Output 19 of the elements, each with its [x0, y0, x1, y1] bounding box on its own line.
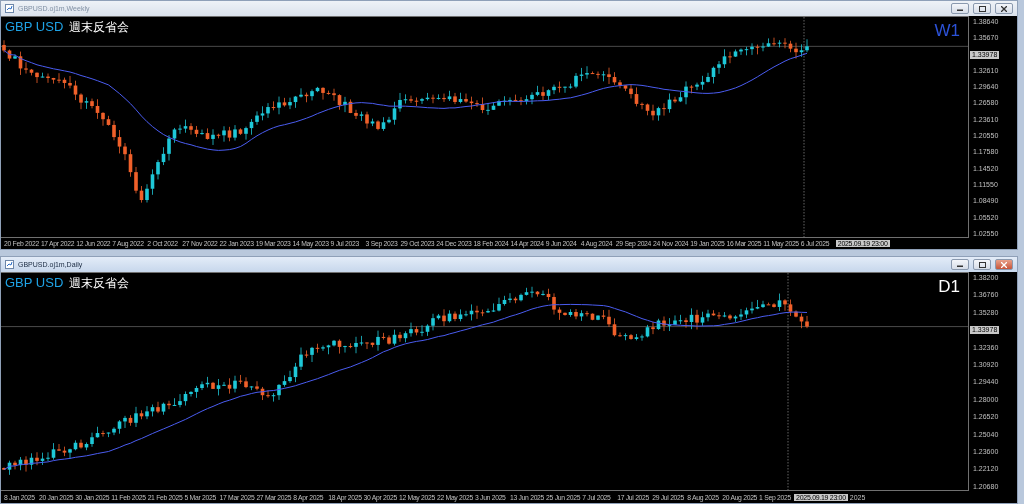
- chart-area[interactable]: GBP USD 週末反省会 W1: [1, 16, 969, 238]
- chart-icon: [5, 4, 14, 13]
- symbol-label: GBP USD: [5, 19, 64, 34]
- minimize-button[interactable]: [951, 259, 969, 270]
- maximize-icon: [978, 5, 986, 12]
- restore-button[interactable]: [973, 259, 991, 270]
- minimize-button[interactable]: [951, 3, 969, 14]
- symbol-label: GBP USD: [5, 275, 64, 290]
- maximize-icon: [978, 261, 986, 268]
- chart-icon: [5, 260, 14, 269]
- chart-area[interactable]: GBP USD 週末反省会 D1: [1, 272, 969, 491]
- chart-caption: 週末反省会: [69, 275, 130, 292]
- close-button[interactable]: [995, 3, 1013, 14]
- timeframe-label: D1: [938, 277, 960, 297]
- close-icon: [1001, 5, 1007, 12]
- timeframe-label: W1: [934, 21, 960, 41]
- chart-caption: 週末反省会: [69, 19, 130, 36]
- close-icon: [1001, 261, 1007, 268]
- restore-button[interactable]: [973, 3, 991, 14]
